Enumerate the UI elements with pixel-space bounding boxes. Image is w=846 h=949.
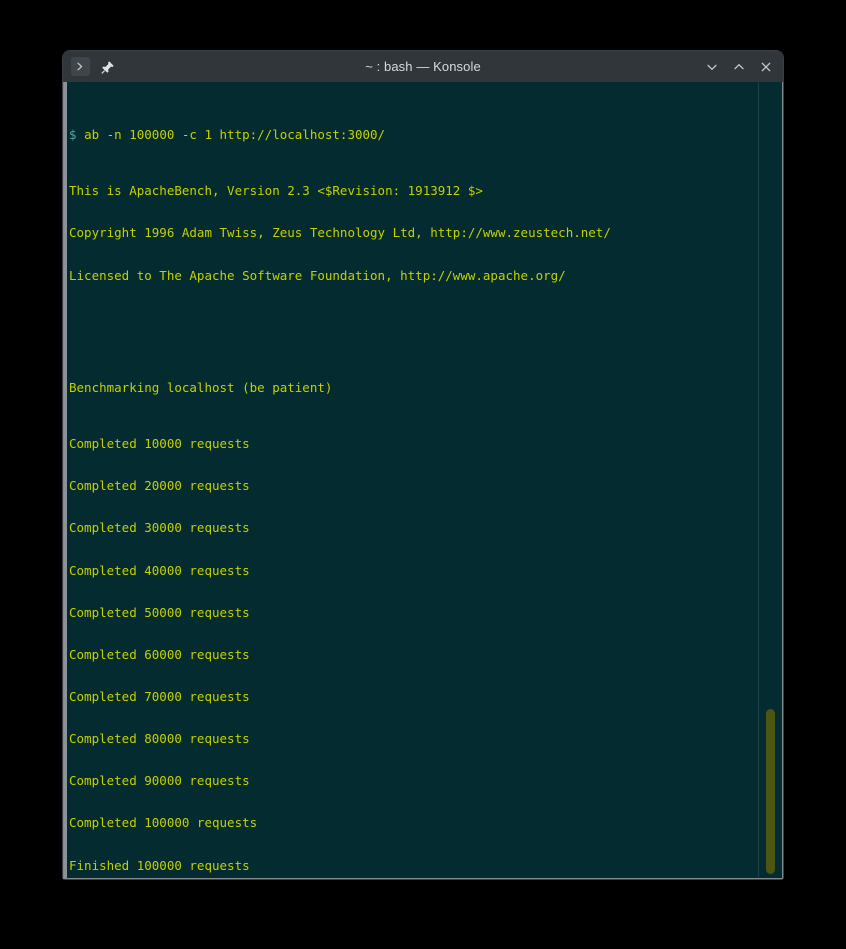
progress-line: Completed 70000 requests — [69, 689, 250, 705]
window-controls — [700, 55, 777, 78]
progress-line: Completed 60000 requests — [69, 646, 250, 662]
progress-line: Completed 20000 requests — [69, 478, 250, 494]
chevron-up-icon[interactable] — [727, 55, 750, 78]
pin-icon[interactable] — [99, 58, 117, 76]
chevron-down-icon[interactable] — [700, 55, 723, 78]
banner-line: This is ApacheBench, Version 2.3 <$Revis… — [69, 183, 483, 199]
terminal-output-area[interactable]: $ ab -n 100000 -c 1 http://localhost:300… — [64, 82, 758, 878]
banner-line: Copyright 1996 Adam Twiss, Zeus Technolo… — [69, 225, 611, 241]
window-title: ~ : bash — Konsole — [365, 59, 481, 74]
titlebar-left-icons — [69, 57, 117, 76]
terminal-body[interactable]: $ ab -n 100000 -c 1 http://localhost:300… — [63, 82, 783, 879]
terminal-scrollbar[interactable] — [758, 82, 781, 877]
window-titlebar[interactable]: ~ : bash — Konsole — [63, 51, 783, 82]
progress-line: Finished 100000 requests — [69, 857, 250, 873]
command-sigil: $ — [69, 127, 85, 143]
scrollbar-thumb[interactable] — [766, 709, 775, 874]
progress-line: Completed 30000 requests — [69, 520, 250, 536]
progress-line: Completed 100000 requests — [69, 815, 258, 831]
terminal-prompt-icon[interactable] — [71, 57, 90, 76]
command-line: $ ab -n 100000 -c 1 http://localhost:300… — [69, 128, 758, 142]
progress-line: Completed 10000 requests — [69, 436, 250, 452]
command-text: ab -n 100000 -c 1 http://localhost:3000/ — [84, 127, 386, 143]
progress-line: Completed 40000 requests — [69, 562, 250, 578]
banner-line: Licensed to The Apache Software Foundati… — [69, 267, 566, 283]
konsole-window: ~ : bash — Konsole $ ab -n 100000 -c 1 h… — [63, 51, 783, 879]
progress-line: Completed 50000 requests — [69, 604, 250, 620]
close-icon[interactable] — [754, 55, 777, 78]
progress-line: Completed 80000 requests — [69, 731, 250, 747]
terminal-text: $ ab -n 100000 -c 1 http://localhost:300… — [69, 86, 758, 878]
benchmark-header: Benchmarking localhost (be patient) — [69, 379, 333, 395]
progress-line: Completed 90000 requests — [69, 773, 250, 789]
